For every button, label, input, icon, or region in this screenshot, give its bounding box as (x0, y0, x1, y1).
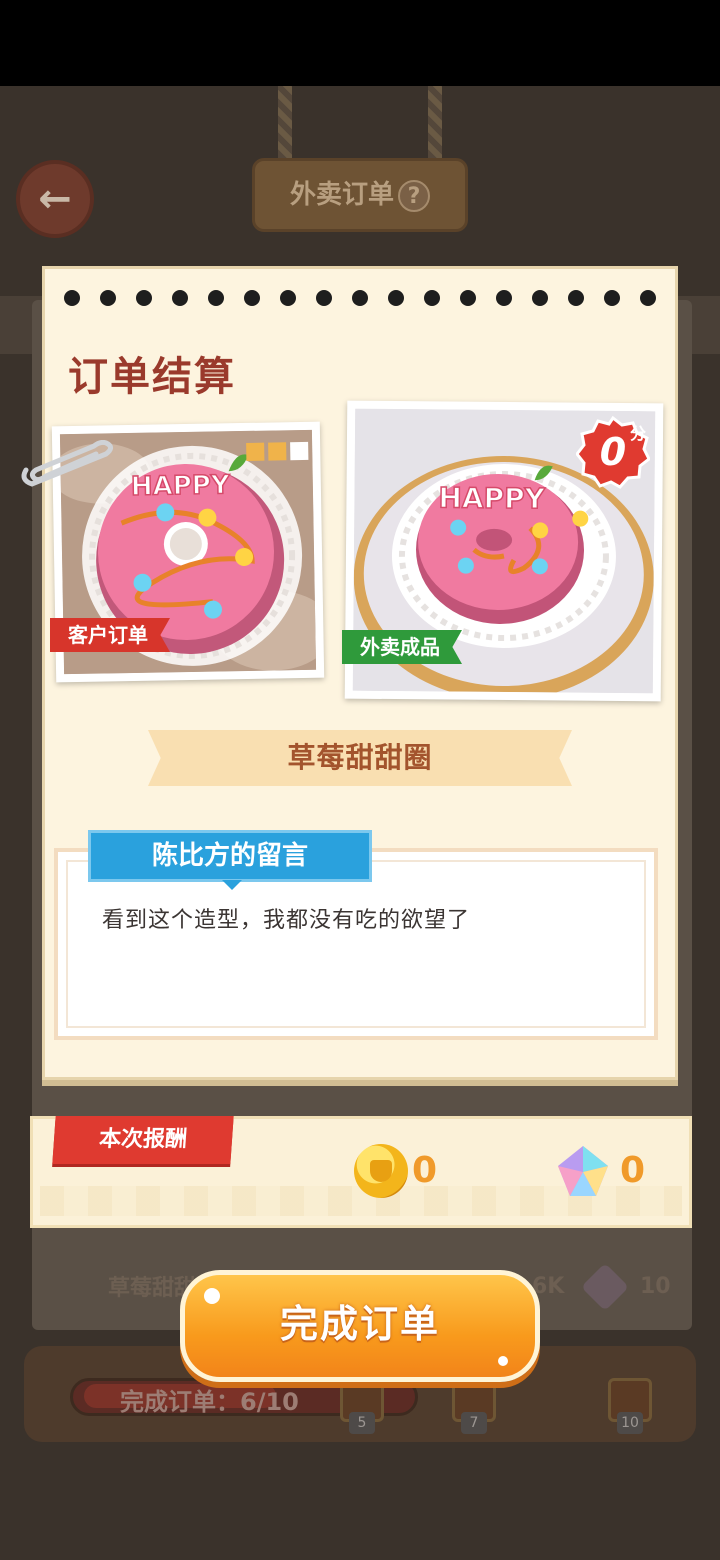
dish-name: 草莓甜甜圈 (287, 741, 433, 774)
notebook-binding (64, 290, 656, 308)
score-unit: 分 (630, 424, 647, 443)
donut-happy-text: HAPPY (131, 470, 232, 502)
reward-label: 本次报酬 (52, 1116, 234, 1164)
coin-reward: 0 (412, 1150, 438, 1191)
progress-label: 完成订单：6/10 (120, 1388, 299, 1416)
header-sign: 外卖订单? (252, 158, 468, 232)
donut-happy-text: HAPPY (438, 481, 545, 515)
message-box-inner (66, 860, 646, 1028)
milestone-label: 5 (349, 1412, 375, 1434)
sign-rope (278, 86, 292, 166)
gem-icon (558, 1146, 608, 1196)
message-header: 陈比方的留言 (88, 830, 372, 882)
back-arrow-icon: ← (38, 176, 72, 222)
message-text: 看到这个造型，我都没有吃的欲望了 (102, 908, 471, 933)
coin-icon-inner (370, 1160, 392, 1182)
status-bar (0, 0, 720, 86)
card-title: 订单结算 (68, 354, 236, 400)
milestone-label: 10 (617, 1412, 643, 1434)
bg-gem-amount: 10 (640, 1274, 671, 1299)
customer-order-tag: 客户订单 (50, 618, 170, 652)
sign-rope (428, 86, 442, 166)
delivered-product-tag: 外卖成品 (342, 630, 462, 664)
help-icon[interactable]: ? (398, 179, 430, 212)
complete-order-label: 完成订单 (279, 1302, 440, 1346)
message-header-pointer (222, 880, 242, 890)
milestone-label: 7 (461, 1412, 487, 1434)
header-title: 外卖订单 (289, 180, 394, 210)
paper-clip-icon (21, 440, 114, 487)
gem-reward: 0 (620, 1150, 646, 1191)
score-value: 0 (599, 430, 627, 474)
back-button[interactable]: ← (16, 160, 94, 238)
